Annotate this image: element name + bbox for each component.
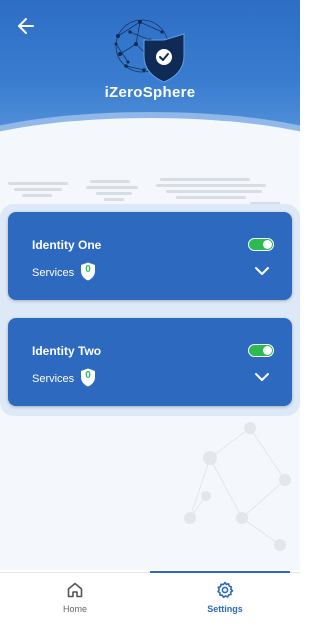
network-decoration	[184, 422, 291, 551]
identity-toggle[interactable]	[248, 344, 274, 357]
identity-list: Identity One Services 0 Identity Two Ser…	[0, 204, 300, 416]
chevron-down-icon[interactable]	[254, 265, 270, 277]
identity-toggle[interactable]	[248, 238, 274, 251]
gear-icon	[217, 581, 234, 599]
nav-home-label: Home	[62, 604, 87, 614]
services-count: 0	[85, 370, 91, 381]
home-icon	[67, 582, 83, 598]
nav-settings[interactable]: Settings	[150, 573, 300, 632]
identity-card[interactable]: Identity One Services 0	[8, 212, 292, 300]
toggle-knob	[263, 346, 272, 355]
bottom-nav: Home Settings	[0, 571, 300, 632]
header: iZeroSphere	[0, 0, 300, 150]
services-label: Services	[32, 373, 75, 385]
brand-name: iZeroSphere	[104, 84, 196, 101]
nav-home[interactable]: Home	[0, 573, 150, 632]
header-curve	[0, 118, 300, 150]
identity-card[interactable]: Identity Two Services 0	[8, 318, 292, 406]
identity-name: Identity Two	[32, 344, 102, 358]
services-count: 0	[85, 264, 91, 275]
nav-settings-label: Settings	[207, 604, 243, 614]
chevron-down-icon[interactable]	[254, 371, 270, 383]
services-label: Services	[32, 267, 75, 279]
back-button[interactable]	[12, 12, 40, 40]
toggle-knob	[263, 240, 272, 249]
identity-name: Identity One	[32, 238, 102, 252]
arrow-left-icon	[18, 18, 34, 34]
